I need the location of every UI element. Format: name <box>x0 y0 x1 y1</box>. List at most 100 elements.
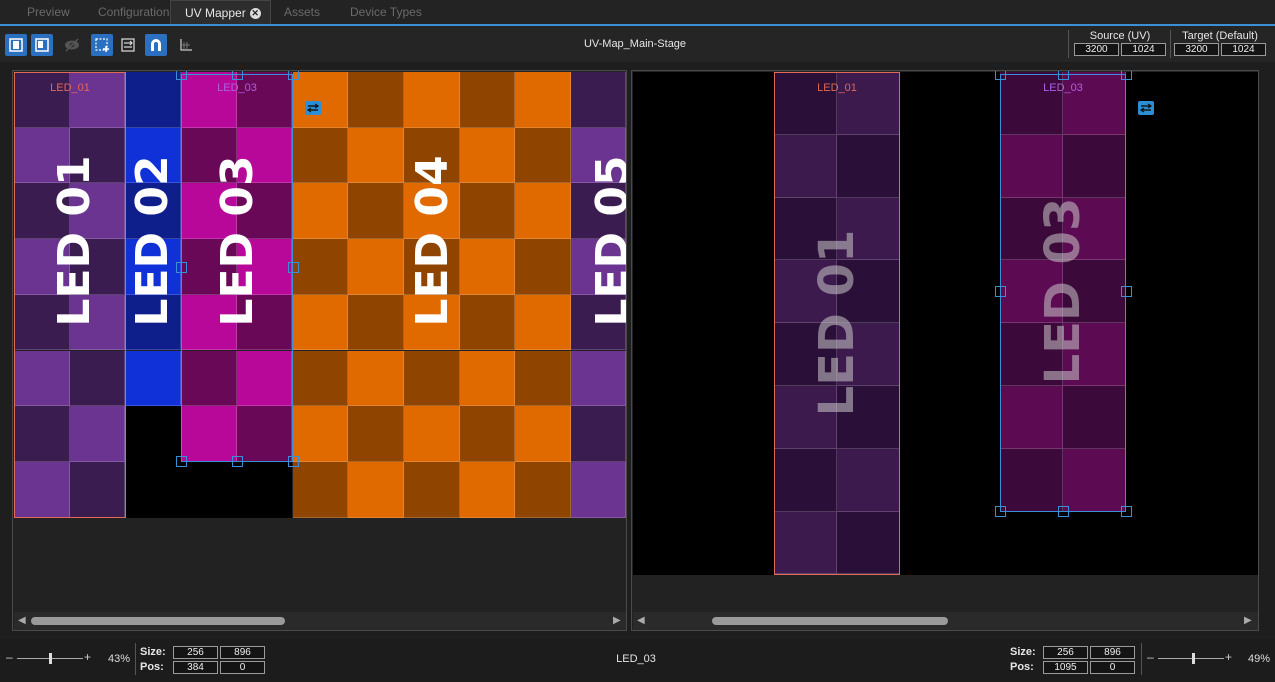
resize-handle[interactable] <box>995 71 1006 80</box>
source-uv-pane[interactable]: LED_01 LED_03 LED 01 LED 02 LED 03 LED 04 LE… <box>12 70 627 631</box>
target-pane[interactable]: LED_01 LED_03 LED 01 LED 03 ◀ ▶ <box>631 70 1259 631</box>
led04-pixel <box>459 350 516 407</box>
zoom-out-icon[interactable]: – <box>6 650 13 664</box>
source-pos-x-field[interactable]: 384 <box>173 661 218 674</box>
status-divider <box>1141 643 1142 675</box>
resize-handle[interactable] <box>176 456 187 467</box>
led04-pixel <box>459 239 516 295</box>
target-width-field[interactable]: 3200 <box>1174 43 1219 56</box>
target-led03-name: LED_03 <box>1043 82 1083 94</box>
target-view-icon <box>35 38 49 52</box>
rect-select-button[interactable] <box>91 34 113 56</box>
led01-name: LED_01 <box>50 82 90 94</box>
resize-handle[interactable] <box>1058 506 1069 517</box>
source-view-button[interactable] <box>5 34 27 56</box>
led04-pixel <box>459 461 516 518</box>
led04-pixel <box>459 72 516 128</box>
led05-pixel <box>571 72 626 128</box>
resize-handle[interactable] <box>1121 71 1132 80</box>
led04-pixel <box>403 406 460 462</box>
target-canvas[interactable] <box>633 72 1258 575</box>
scroll-left-arrow[interactable]: ◀ <box>637 615 645 626</box>
led04-pixel <box>459 183 516 240</box>
target-pos-x-field[interactable]: 1095 <box>1043 661 1088 674</box>
scroll-left-arrow[interactable]: ◀ <box>18 615 26 626</box>
target-height-field[interactable]: 1024 <box>1221 43 1266 56</box>
source-size-w-field[interactable]: 256 <box>173 646 218 659</box>
led03-name: LED_03 <box>217 82 257 94</box>
resize-handle[interactable] <box>1058 71 1069 80</box>
tab-uv-mapper[interactable]: UV Mapper ✕ <box>170 0 271 24</box>
zoom-in-icon[interactable]: + <box>1225 650 1232 664</box>
target-fixture-big-label: LED 03 <box>1035 197 1091 385</box>
led04-pixel <box>292 72 349 128</box>
led04-pixel <box>348 461 404 518</box>
status-divider <box>135 643 136 675</box>
resize-handle[interactable] <box>176 262 187 273</box>
zoom-in-icon[interactable]: + <box>84 650 91 664</box>
led04-pixel <box>515 461 571 518</box>
zoom-slider-handle[interactable] <box>49 653 52 664</box>
map-title: UV-Map_Main-Stage <box>583 38 687 50</box>
visibility-button[interactable] <box>61 34 83 56</box>
grid-axis-icon <box>180 39 192 51</box>
source-scroll-thumb[interactable] <box>31 617 285 625</box>
fixture-big-label: LED 04 <box>407 155 458 327</box>
fixture-big-label: LED 03 <box>212 155 263 327</box>
target-pos-y-field[interactable]: 0 <box>1090 661 1135 674</box>
tab-preview[interactable]: Preview <box>27 0 70 24</box>
target-size-h-field[interactable]: 896 <box>1090 646 1135 659</box>
led04-pixel <box>348 127 404 184</box>
resize-handle[interactable] <box>1121 506 1132 517</box>
led04-pixel <box>348 183 404 240</box>
distribute-button[interactable] <box>117 34 139 56</box>
resize-handle[interactable] <box>288 71 299 80</box>
tab-bar: Preview Configuration UV Mapper ✕ Assets … <box>0 0 1275 26</box>
led02-pixel <box>125 350 182 407</box>
target-view-button[interactable] <box>31 34 53 56</box>
led05-pixel <box>571 406 626 462</box>
tab-device-types[interactable]: Device Types <box>350 0 422 24</box>
tab-configuration[interactable]: Configuration <box>98 0 169 24</box>
target-size-w-field[interactable]: 256 <box>1043 646 1088 659</box>
magnet-button[interactable] <box>145 34 167 56</box>
target-scroll-thumb[interactable] <box>712 617 948 625</box>
zoom-slider-handle[interactable] <box>1192 653 1195 664</box>
swap-icon[interactable] <box>305 101 321 115</box>
led04-pixel <box>515 239 571 295</box>
led04-pixel <box>292 461 349 518</box>
resize-handle[interactable] <box>995 506 1006 517</box>
led04-pixel <box>515 350 571 407</box>
led04-pixel <box>292 350 349 407</box>
led04-pixel <box>348 406 404 462</box>
source-size-h-field[interactable]: 896 <box>220 646 265 659</box>
source-pos-y-field[interactable]: 0 <box>220 661 265 674</box>
source-width-field[interactable]: 3200 <box>1074 43 1119 56</box>
scroll-right-arrow[interactable]: ▶ <box>613 615 621 626</box>
resize-handle[interactable] <box>995 286 1006 297</box>
selected-fixture-name: LED_03 <box>616 653 656 665</box>
resize-handle[interactable] <box>232 456 243 467</box>
zoom-slider-track[interactable] <box>1158 658 1224 659</box>
size-label: Size: <box>140 646 166 658</box>
led04-pixel <box>348 350 404 407</box>
led04-pixel <box>515 72 571 128</box>
visibility-icon <box>65 38 79 52</box>
led04-pixel <box>348 72 404 128</box>
resize-handle[interactable] <box>176 71 187 80</box>
resize-handle[interactable] <box>232 71 243 80</box>
resize-handle[interactable] <box>288 456 299 467</box>
scroll-right-arrow[interactable]: ▶ <box>1244 615 1252 626</box>
led04-pixel <box>292 127 349 184</box>
led04-pixel <box>459 294 516 351</box>
close-icon[interactable]: ✕ <box>249 8 261 20</box>
tab-uv-mapper-label: UV Mapper <box>185 6 246 20</box>
resize-handle[interactable] <box>1121 286 1132 297</box>
tab-assets[interactable]: Assets <box>284 0 320 24</box>
resize-handle[interactable] <box>288 262 299 273</box>
swap-icon[interactable] <box>1138 101 1154 115</box>
led04-pixel <box>515 406 571 462</box>
grid-axis-button[interactable] <box>175 34 197 56</box>
zoom-out-icon[interactable]: – <box>1147 650 1154 664</box>
source-height-field[interactable]: 1024 <box>1121 43 1166 56</box>
